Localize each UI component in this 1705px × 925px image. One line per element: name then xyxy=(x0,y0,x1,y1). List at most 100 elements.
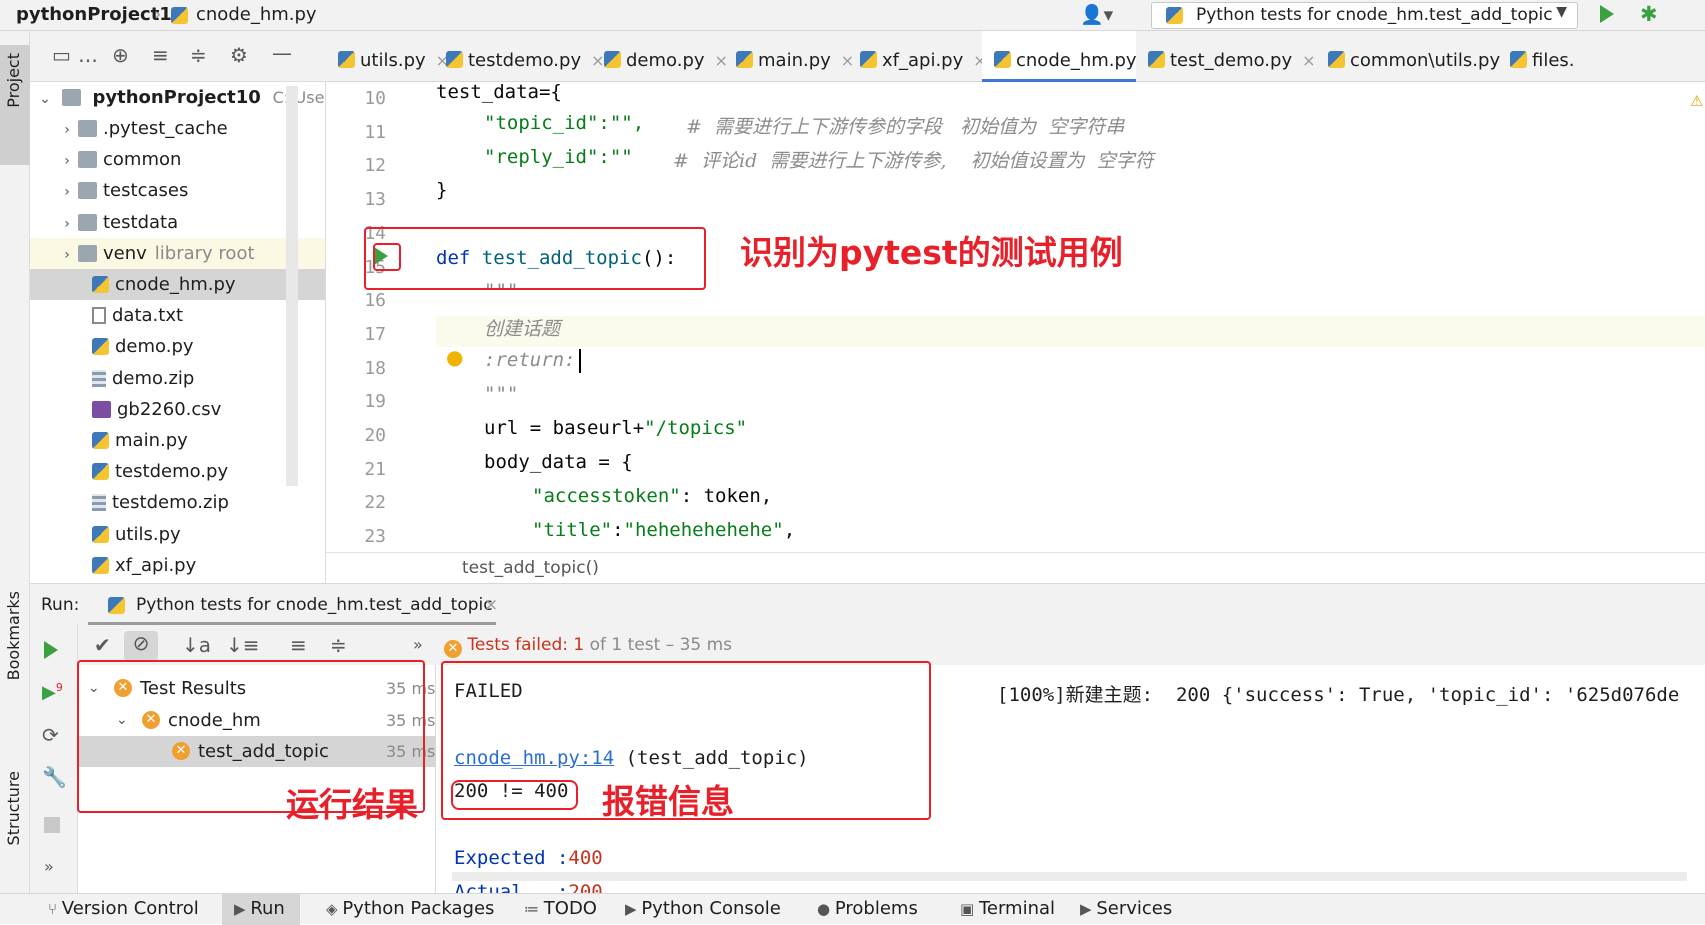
tool-window-button[interactable]: ▶ Services xyxy=(1080,898,1172,919)
editor-tab[interactable]: files. xyxy=(1498,31,1705,82)
tree-root[interactable]: ⌄ pythonProject10 C:\Users\ xyxy=(30,82,325,113)
more-chevron-icon[interactable]: » xyxy=(44,857,54,876)
editor-tab[interactable]: demo.py × xyxy=(592,31,728,82)
user-icon[interactable]: 👤▾ xyxy=(1080,3,1113,26)
sort-alpha-icon[interactable]: ↓a xyxy=(182,633,211,657)
lightbulb-icon[interactable]: ● xyxy=(446,345,463,369)
code-line-22: "accesstoken": token, xyxy=(532,485,773,507)
run-tab-label[interactable]: Python tests for cnode_hm.test_add_topic xyxy=(136,595,493,615)
cancel-filter-icon[interactable]: ⊘ xyxy=(124,631,158,661)
toggle-auto-test-icon[interactable]: ⟳ xyxy=(42,723,59,747)
check-icon[interactable]: ✔ xyxy=(94,633,111,657)
project-tool-tab[interactable]: Project xyxy=(0,45,30,165)
left-tool-strip: Project Bookmarks Structure xyxy=(0,31,30,893)
tree-item[interactable]: demo.zip xyxy=(30,363,325,394)
collapse-all-icon[interactable]: ≑ xyxy=(190,43,207,67)
packages-icon: ◈ xyxy=(326,900,343,918)
editor-tab-label: test_demo.py xyxy=(1170,50,1293,71)
run-header: Run: Python tests for cnode_hm.test_add_… xyxy=(30,583,1705,625)
expand-all-icon[interactable]: ≡ xyxy=(290,633,307,657)
run-button[interactable] xyxy=(1600,5,1614,28)
tool-window-button[interactable]: ≔ TODO xyxy=(524,898,597,919)
gear-icon[interactable]: ⚙ xyxy=(230,43,248,67)
tree-item-label: gb2260.csv xyxy=(117,398,222,420)
code-line-20: url = baseurl+"/topics" xyxy=(484,417,748,439)
bookmarks-tool-label[interactable]: Bookmarks xyxy=(4,591,23,680)
annotation-results: 运行结果 xyxy=(286,785,418,824)
tool-window-button[interactable]: ● Problems xyxy=(817,898,918,919)
tree-item[interactable]: demo.py xyxy=(30,331,325,362)
tool-window-button[interactable]: ◈ Python Packages xyxy=(326,898,494,919)
tree-item-label: cnode_hm.py xyxy=(115,274,236,295)
sort-duration-icon[interactable]: ↓≡ xyxy=(226,633,260,657)
structure-tool-label[interactable]: Structure xyxy=(4,771,23,845)
minimize-icon[interactable]: — xyxy=(272,41,292,65)
close-icon[interactable]: × xyxy=(1302,51,1315,70)
tree-scrollbar[interactable] xyxy=(286,86,298,486)
tree-item-label: utils.py xyxy=(115,523,181,545)
editor-breadcrumb[interactable]: test_add_topic() xyxy=(462,558,599,578)
problems-icon: ● xyxy=(817,900,835,918)
breadcrumb-file[interactable]: cnode_hm.py xyxy=(196,4,317,25)
panel-icon[interactable]: ▭ xyxy=(52,43,71,67)
annotation-box-assertion xyxy=(451,780,578,810)
tree-item[interactable]: gb2260.csv xyxy=(30,394,325,425)
tree-item[interactable]: › common xyxy=(30,144,325,175)
editor-tab[interactable]: cnode_hm.py× xyxy=(982,31,1160,82)
editor-tab[interactable]: test_demo.py × xyxy=(1136,31,1316,82)
tree-item[interactable]: main.py xyxy=(30,425,325,456)
collapse-all-icon[interactable]: ≑ xyxy=(330,633,347,657)
line-number: 13 xyxy=(364,189,386,211)
editor-tab[interactable]: xf_api.py × xyxy=(848,31,987,82)
editor-tab[interactable]: common\utils.py× xyxy=(1316,31,1524,82)
debug-bug-icon[interactable]: ✱ xyxy=(1640,2,1658,26)
tool-window-button[interactable]: ⑂ Version Control xyxy=(48,898,199,919)
tree-item[interactable]: data.txt xyxy=(30,300,325,331)
more-icon[interactable]: … xyxy=(78,43,98,67)
editor-tab[interactable]: main.py × xyxy=(724,31,854,82)
stop-icon[interactable] xyxy=(44,817,60,833)
console-icon: ▶ xyxy=(625,900,642,918)
tree-item[interactable]: utils.py xyxy=(30,519,325,550)
annotation-box-run-icon xyxy=(373,243,401,271)
horizontal-scrollbar[interactable] xyxy=(452,872,1687,881)
tree-item[interactable]: testdemo.py xyxy=(30,456,325,487)
tree-item[interactable]: › .pytest_cache xyxy=(30,113,325,144)
tree-item[interactable]: › venv library root xyxy=(30,237,325,269)
tree-item[interactable]: cnode_hm.py xyxy=(30,269,325,300)
expand-all-icon[interactable]: ≡ xyxy=(152,43,169,67)
tool-window-button[interactable]: ▶ Python Console xyxy=(625,898,781,919)
tree-item[interactable]: › testdata xyxy=(30,207,325,238)
services-icon: ▶ xyxy=(1080,900,1097,918)
python-file-icon xyxy=(736,51,753,68)
tree-item[interactable]: › testcases xyxy=(30,175,325,206)
wrench-icon[interactable]: 🔧 xyxy=(42,765,67,789)
fail-icon: ✕ xyxy=(444,640,462,658)
chevron-down-icon: ▼ xyxy=(1556,4,1567,20)
tool-window-button[interactable]: ▶ Run xyxy=(234,898,285,919)
rerun-failed-icon[interactable]: ▶9 xyxy=(42,681,63,703)
test-status-failed: Tests failed: 1 xyxy=(467,635,585,655)
code-line-19: """ xyxy=(484,383,519,405)
project-tool-label: Project xyxy=(4,53,23,108)
run-icon: ▶ xyxy=(234,900,251,918)
annotation-box-test-function xyxy=(364,227,706,290)
editor-tab[interactable]: utils.py × xyxy=(326,31,449,82)
warning-icon[interactable]: ⚠ xyxy=(1690,92,1703,110)
code-comment-11: # 需要进行上下游传参的字段 初始值为 空字符串 xyxy=(686,116,1125,138)
console-output: [100%]新建主题: 200 {'success': True, 'topic… xyxy=(997,684,1680,706)
rerun-button[interactable] xyxy=(44,641,58,664)
locate-icon[interactable]: ⊕ xyxy=(112,43,129,67)
tree-item-label: xf_api.py xyxy=(115,554,197,576)
more-chevron-icon[interactable]: » xyxy=(413,635,423,654)
tree-item-note: library root xyxy=(154,242,255,264)
run-configuration-select[interactable]: Python tests for cnode_hm.test_add_topic… xyxy=(1151,2,1578,29)
python-test-icon xyxy=(1166,7,1183,24)
python-file-icon xyxy=(446,51,463,68)
tree-item[interactable]: testdemo.zip xyxy=(30,487,325,518)
tool-window-button[interactable]: ▣ Terminal xyxy=(960,898,1055,919)
editor-tab-label: utils.py xyxy=(360,50,426,71)
tree-item[interactable]: xf_api.py xyxy=(30,550,325,581)
close-icon[interactable]: × xyxy=(484,595,498,615)
editor-tab[interactable]: testdemo.py × xyxy=(434,31,605,82)
